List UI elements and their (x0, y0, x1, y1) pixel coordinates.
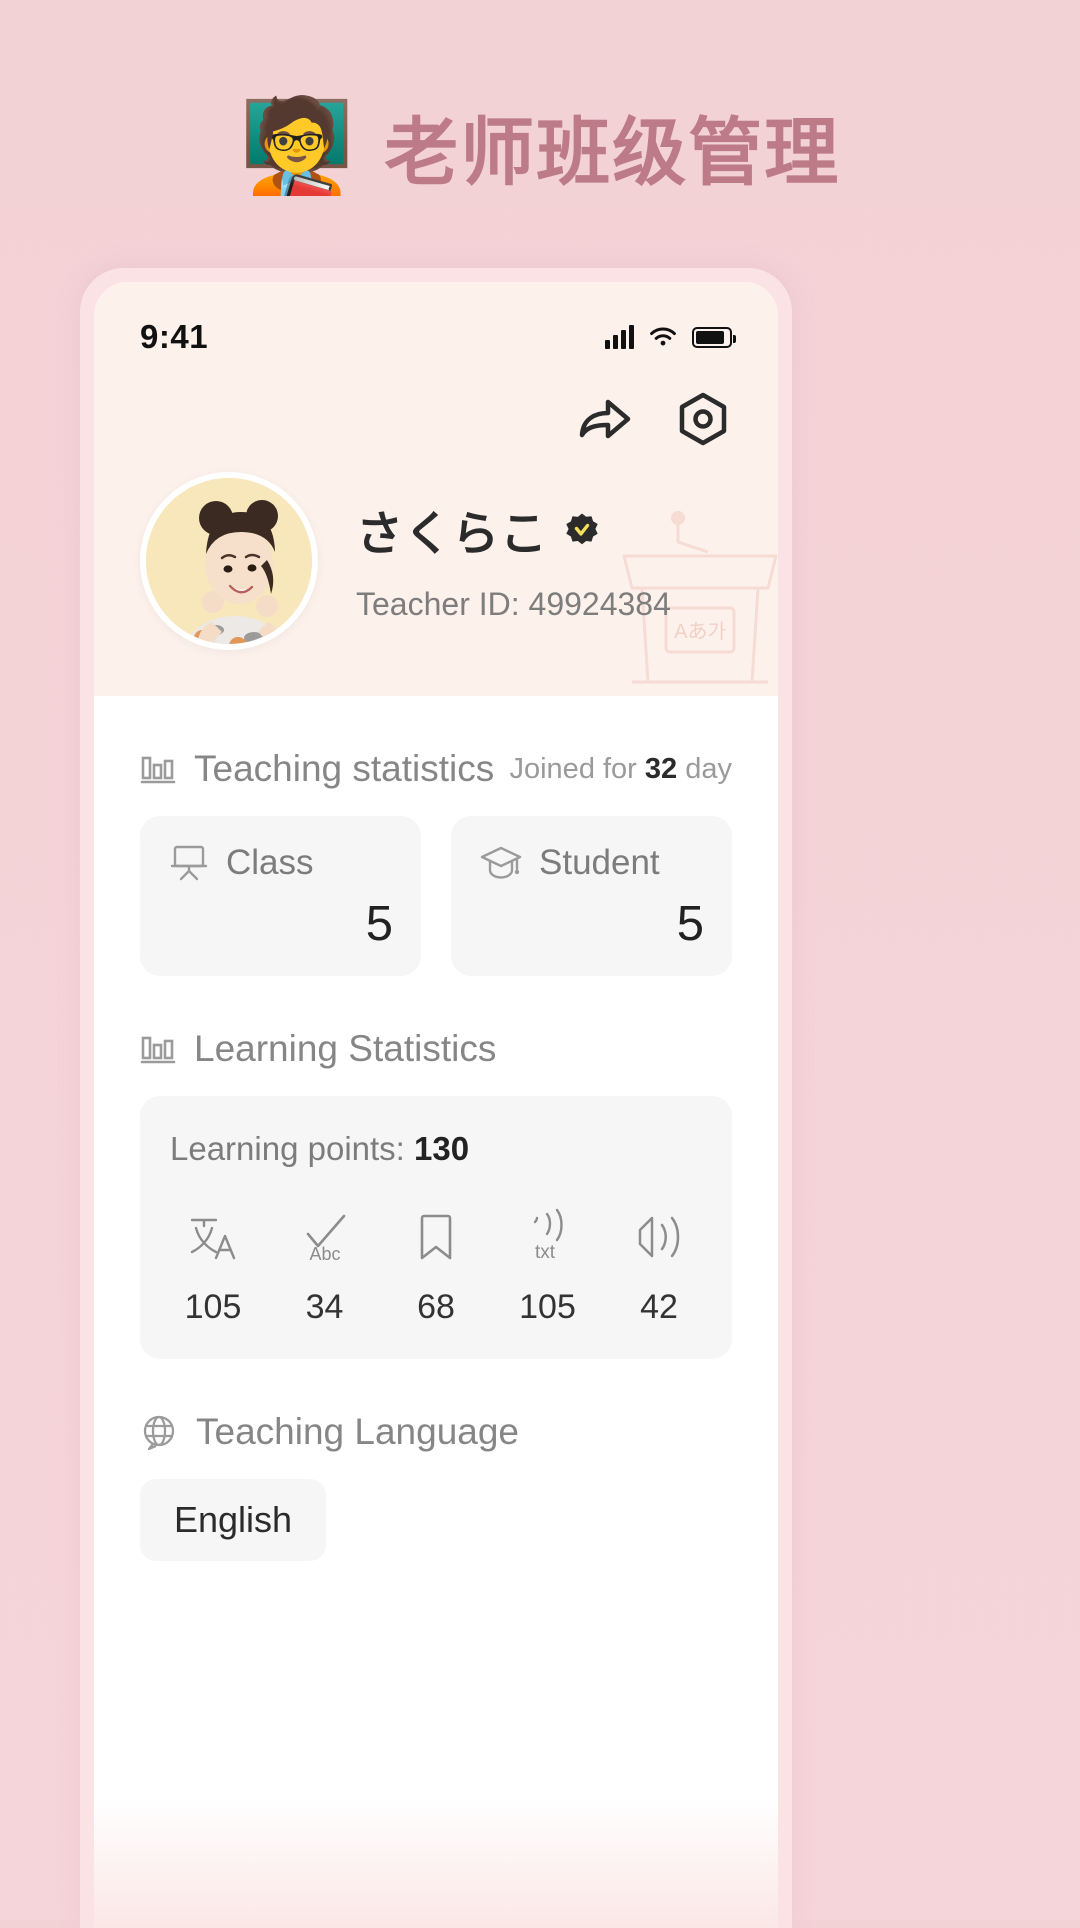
joined-value: 32 (644, 752, 678, 785)
learning-item-translate[interactable]: 105 (184, 1204, 242, 1327)
learning-item-bookmark-value: 68 (417, 1288, 455, 1326)
profile-body: Teaching statistics Joined for 32 day Cl… (94, 696, 778, 1561)
teaching-language-header: Teaching Language (140, 1359, 732, 1479)
cellular-signal-icon (605, 325, 634, 349)
globe-icon (143, 1415, 175, 1451)
user-avatar[interactable] (140, 472, 318, 650)
learning-points: Learning points: 130 (170, 1130, 702, 1168)
learning-item-bookmark[interactable]: 68 (407, 1204, 465, 1327)
bottom-fade (94, 1798, 778, 1928)
stat-card-student[interactable]: Student 5 (451, 816, 732, 976)
stat-card-class-label: Class (226, 843, 314, 882)
status-bar-time: 9:41 (140, 318, 209, 355)
learning-statistics-title: Learning Statistics (140, 1028, 496, 1070)
stat-card-class[interactable]: Class 5 (140, 816, 421, 976)
bar-chart-icon (140, 756, 176, 784)
profile-info: さくらこ Teacher ID: 49924384 (356, 495, 671, 627)
teaching-language-title: Teaching Language (140, 1411, 519, 1453)
joined-prefix: Joined for (509, 752, 645, 785)
phone-frame: 9:41 Aあ가 さくらこ Teacher ID: 49924384 Teach… (80, 268, 792, 1928)
stat-card-class-value: 5 (365, 897, 393, 951)
svg-text:Abc: Abc (309, 1244, 340, 1264)
learning-item-speaker-value: 42 (640, 1288, 678, 1326)
profile-name-row: さくらこ (356, 495, 671, 564)
verified-badge-icon (566, 513, 598, 544)
svg-text:txt: txt (534, 1242, 555, 1263)
learning-item-spellcheck[interactable]: Abc 34 (296, 1204, 354, 1327)
teaching-language-chip[interactable]: English (140, 1479, 327, 1561)
learning-item-spellcheck-value: 34 (305, 1288, 344, 1326)
text-to-speech-icon: txt (519, 1204, 577, 1270)
profile-block: さくらこ Teacher ID: 49924384 (140, 472, 732, 650)
bookmark-icon (407, 1204, 465, 1270)
battery-icon (692, 326, 736, 348)
phone-screen: 9:41 Aあ가 さくらこ Teacher ID: 49924384 Teach… (94, 282, 778, 1928)
teaching-statistics-title: Teaching statistics (140, 748, 494, 790)
joined-days: Joined for 32 day (509, 753, 732, 786)
teacher-emoji: 🧑‍🏫 (239, 95, 355, 197)
status-bar: 9:41 (94, 282, 778, 370)
share-icon[interactable] (578, 396, 632, 442)
whiteboard-icon (170, 845, 208, 881)
learning-icons-row: 105 Abc 34 68 txt 105 42 (170, 1204, 702, 1327)
stat-card-student-value: 5 (676, 897, 704, 951)
teaching-language-label: Teaching Language (196, 1411, 520, 1452)
speaker-icon (630, 1204, 688, 1270)
teaching-statistics-label: Teaching statistics (194, 748, 495, 789)
profile-name: さくらこ (356, 507, 548, 560)
learning-points-value: 130 (414, 1130, 470, 1167)
learning-points-label: Learning points: (170, 1130, 415, 1167)
teacher-id: Teacher ID: 49924384 (356, 586, 671, 622)
learning-item-speaker[interactable]: 42 (630, 1204, 688, 1327)
translate-icon (184, 1204, 242, 1270)
bar-chart-icon (140, 1036, 176, 1064)
stat-card-student-label: Student (539, 843, 660, 882)
stat-card-student-top: Student (479, 842, 704, 884)
learning-statistics-box: Learning points: 130 105 Abc 34 68 txt 1… (140, 1096, 732, 1359)
learning-statistics-label: Learning Statistics (194, 1028, 497, 1069)
teaching-statistics-header: Teaching statistics Joined for 32 day (140, 696, 732, 816)
joined-suffix: day (677, 752, 732, 785)
status-bar-icons (605, 325, 736, 349)
page-title: 老师班级管理 (384, 110, 841, 194)
hero-actions (140, 370, 732, 472)
spellcheck-icon: Abc (296, 1204, 354, 1270)
wifi-icon (650, 327, 676, 346)
settings-icon[interactable] (678, 392, 728, 446)
learning-item-translate-value: 105 (184, 1288, 242, 1326)
profile-hero: Aあ가 さくらこ Teacher ID: 49924384 (94, 370, 778, 696)
learning-statistics-header: Learning Statistics (140, 976, 732, 1096)
stat-card-class-top: Class (168, 842, 393, 884)
page-header: 🧑‍🏫 老师班级管理 (0, 0, 1080, 200)
teaching-statistics-cards: Class 5 Student 5 (140, 816, 732, 976)
learning-item-text-to-speech[interactable]: txt 105 (519, 1204, 577, 1327)
learning-item-text-to-speech-value: 105 (519, 1288, 576, 1326)
graduation-cap-icon (480, 846, 522, 879)
